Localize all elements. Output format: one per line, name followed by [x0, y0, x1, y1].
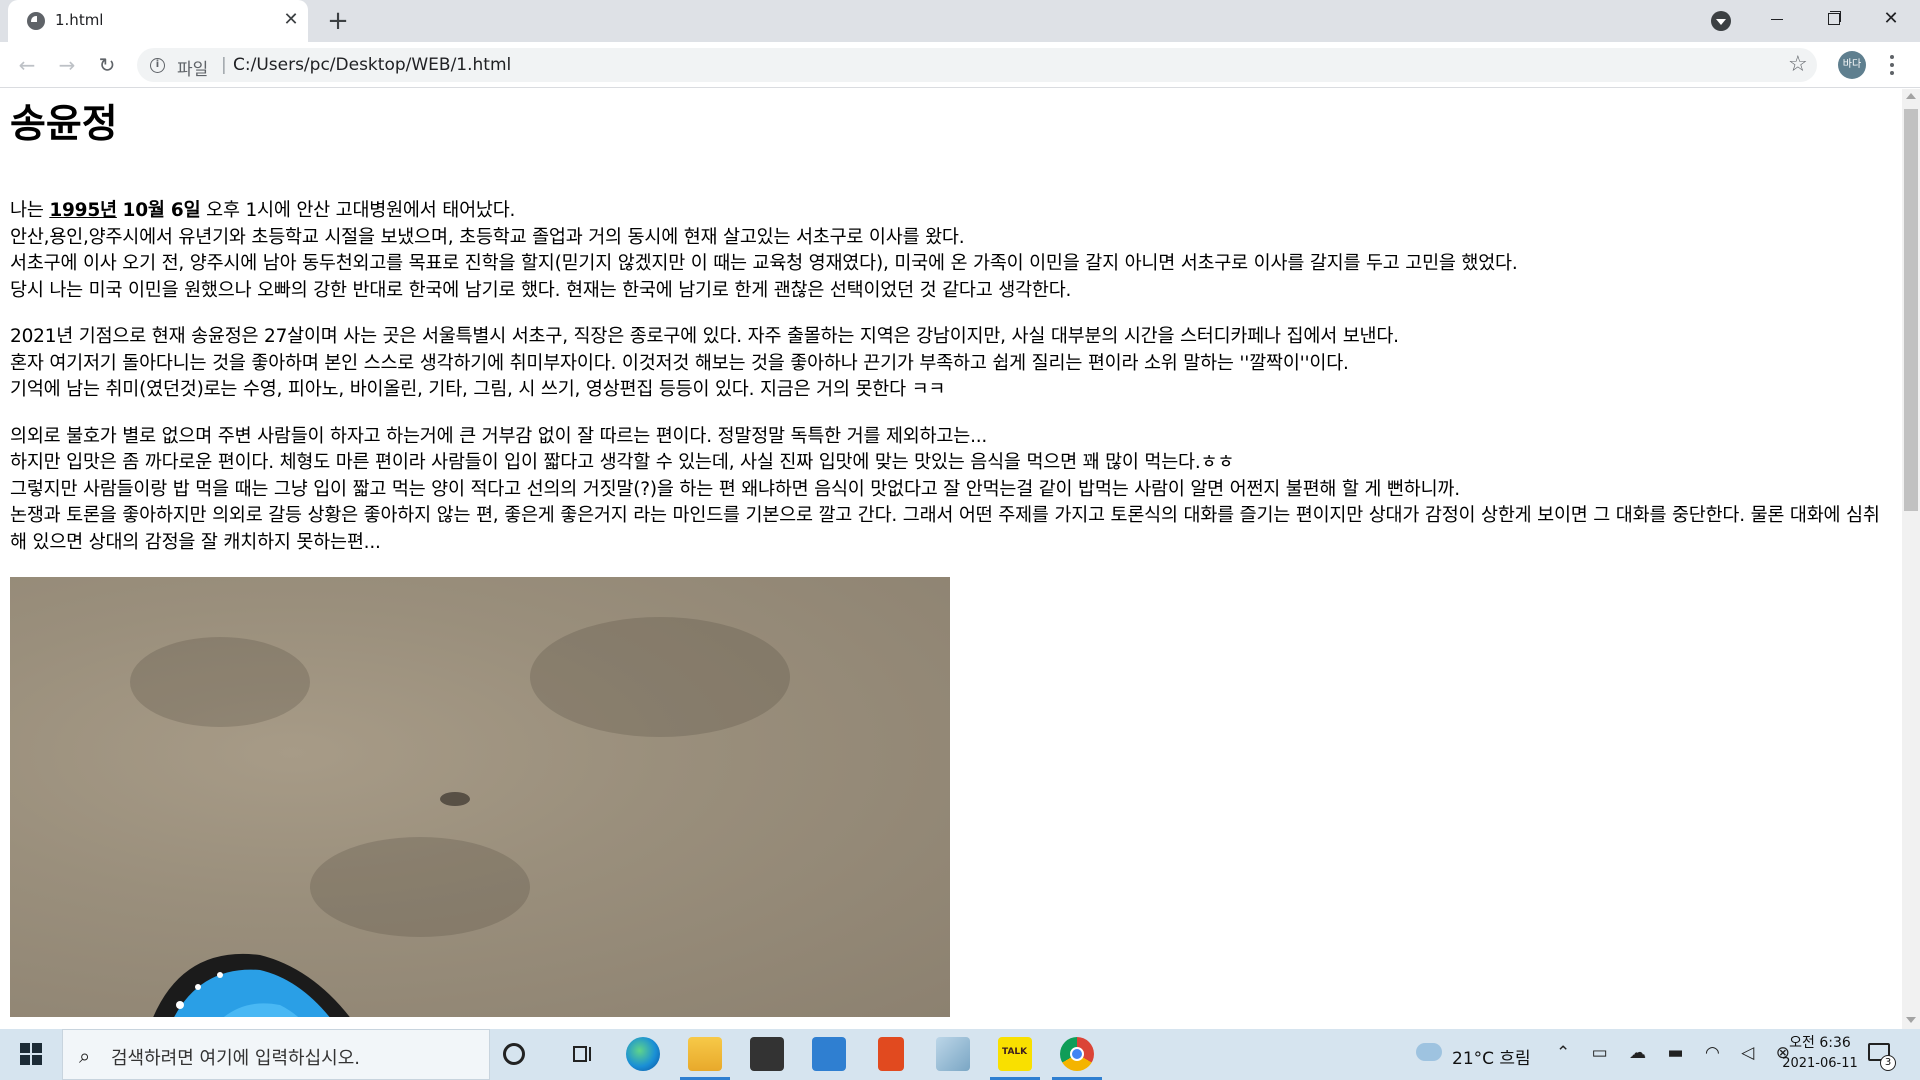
profile-avatar[interactable]: 바다	[1838, 51, 1866, 79]
mail-icon[interactable]	[812, 1037, 846, 1071]
page-title: 송윤정	[10, 102, 118, 147]
intro-suffix: 오후 1시에 안산 고대병원에서 태어났다.	[200, 200, 516, 221]
text-line: 하지만 입맛은 좀 까다로운 편이다. 체형도 마른 편이라 사람들이 입이 짧…	[10, 452, 1235, 473]
url-text[interactable]: C:/Users/pc/Desktop/WEB/1.html	[233, 55, 511, 75]
butterfly-icon	[153, 953, 350, 1017]
text-line: 안산,용인,양주시에서 유년기와 초등학교 시절을 보냈으며, 초등학교 졸업과…	[10, 226, 965, 248]
edge-icon[interactable]	[626, 1037, 660, 1071]
globe-icon	[27, 12, 45, 30]
close-tab-icon[interactable]: ✕	[280, 9, 302, 31]
taskbar-search-box[interactable]: ⌕ 검색하려면 여기에 입력하십시오.	[62, 1029, 490, 1080]
butterfly-photo	[10, 577, 950, 1017]
chrome-icon[interactable]	[1052, 1037, 1102, 1080]
tab-strip: 1.html ✕ + ✕	[0, 0, 1920, 42]
start-button[interactable]	[0, 1029, 60, 1080]
texture-spot	[530, 617, 790, 737]
cortana-icon[interactable]	[503, 1043, 525, 1065]
birth-date: 10월 6일	[122, 200, 201, 221]
text-line: 당시 나는 미국 이민을 원했으나 오빠의 강한 반대로 한국에 남기로 했다.…	[10, 279, 1072, 301]
windows-taskbar: ⌕ 검색하려면 여기에 입력하십시오. TALK 21°C 흐림 ⌃ ▭ ☁ ▬…	[0, 1029, 1920, 1080]
tab-search-icon[interactable]	[1711, 11, 1731, 31]
scheme-label: 파일	[177, 60, 209, 80]
clock-time: 오전 6:36	[1789, 1035, 1851, 1051]
clock-date: 2021-06-11	[1782, 1056, 1858, 1071]
kakao-label: TALK	[1002, 1047, 1028, 1057]
info-icon[interactable]: i	[150, 58, 165, 73]
windows-logo-icon	[20, 1043, 30, 1053]
text-line: 혼자 여기저기 돌아다니는 것을 좋아하며 본인 스스로 생각하기에 취미부자이…	[10, 352, 1349, 374]
search-icon: ⌕	[79, 1044, 91, 1068]
windows-logo-icon	[32, 1055, 42, 1065]
texture-spot	[130, 637, 310, 727]
browser-toolbar: ← → ↻ i 파일 | C:/Users/pc/Desktop/WEB/1.h…	[0, 42, 1920, 88]
tab-title: 1.html	[55, 11, 104, 29]
intro-prefix: 나는	[10, 200, 50, 221]
windows-logo-icon	[32, 1043, 42, 1053]
minimize-button[interactable]	[1748, 0, 1806, 38]
scheme-separator: |	[221, 55, 227, 75]
windows-logo-icon	[20, 1055, 30, 1065]
store-icon[interactable]	[750, 1037, 784, 1071]
text-line: 의외로 불호가 별로 없으며 주변 사람들이 하자고 하는거에 큰 거부감 없이…	[10, 425, 988, 447]
paragraph-birth: 나는 1995년 10월 6일 오후 1시에 안산 고대병원에서 태어났다. 안…	[10, 198, 1895, 304]
file-explorer-icon[interactable]	[680, 1037, 730, 1080]
scroll-thumb[interactable]	[1904, 109, 1918, 511]
page-viewport: 송윤정 나는 1995년 10월 6일 오후 1시에 안산 고대병원에서 태어났…	[0, 89, 1902, 1029]
clock[interactable]: 오전 6:36 2021-06-11	[1760, 1033, 1880, 1075]
search-placeholder: 검색하려면 여기에 입력하십시오.	[111, 1048, 361, 1069]
address-bar[interactable]: i 파일 | C:/Users/pc/Desktop/WEB/1.html ☆	[137, 48, 1817, 82]
forward-arrow-icon[interactable]: →	[52, 50, 82, 80]
notes-icon[interactable]	[936, 1037, 970, 1071]
text-line: 서초구에 이사 오기 전, 양주시에 남아 동두천외고를 목표로 진학을 할지(…	[10, 253, 1518, 274]
text-line: 그렇지만 사람들이랑 밥 먹을 때는 그냥 입이 짧고 먹는 양이 적다고 선의…	[10, 478, 1460, 500]
cloud-icon[interactable]	[1416, 1043, 1442, 1061]
office-icon[interactable]	[878, 1037, 904, 1071]
back-arrow-icon[interactable]: ←	[12, 50, 42, 80]
birth-line: 나는 1995년 10월 6일 오후 1시에 안산 고대병원에서 태어났다.	[10, 198, 1895, 225]
reload-icon[interactable]: ↻	[92, 50, 122, 80]
task-view-icon[interactable]	[566, 1037, 600, 1071]
text-line: 논쟁과 토론을 좋아하지만 의외로 갈등 상황은 좋아하지 않는 편, 좋은게 …	[10, 505, 1880, 553]
page-content: 송윤정 나는 1995년 10월 6일 오후 1시에 안산 고대병원에서 태어났…	[10, 89, 1895, 1017]
texture-spot	[310, 837, 530, 937]
restore-button[interactable]	[1804, 0, 1862, 38]
vertical-scrollbar[interactable]	[1902, 89, 1920, 1029]
new-tab-button[interactable]: +	[324, 8, 352, 36]
notification-count-badge: 3	[1880, 1055, 1896, 1071]
texture-spot	[440, 792, 470, 806]
text-line: 기억에 남는 취미(였던것)로는 수영, 피아노, 바이올린, 기타, 그림, …	[10, 379, 946, 400]
weather-text[interactable]: 21°C 흐림	[1452, 1044, 1531, 1069]
kebab-menu-icon[interactable]	[1882, 51, 1902, 79]
close-window-button[interactable]: ✕	[1862, 0, 1920, 38]
scroll-up-arrow-icon[interactable]	[1906, 93, 1916, 99]
scroll-down-arrow-icon[interactable]	[1906, 1017, 1916, 1023]
text-line: 2021년 기점으로 현재 송윤정은 27살이며 사는 곳은 서울특별시 서초구…	[10, 326, 1399, 347]
birth-year: 1995년	[49, 200, 117, 221]
paragraph-current: 2021년 기점으로 현재 송윤정은 27살이며 사는 곳은 서울특별시 서초구…	[10, 324, 1895, 404]
kakaotalk-icon[interactable]: TALK	[990, 1037, 1040, 1080]
paragraph-personality: 의외로 불호가 별로 없으며 주변 사람들이 하자고 하는거에 큰 거부감 없이…	[10, 424, 1895, 557]
tab-1-html[interactable]: 1.html ✕	[8, 0, 308, 42]
bookmark-star-icon[interactable]: ☆	[1788, 52, 1808, 77]
